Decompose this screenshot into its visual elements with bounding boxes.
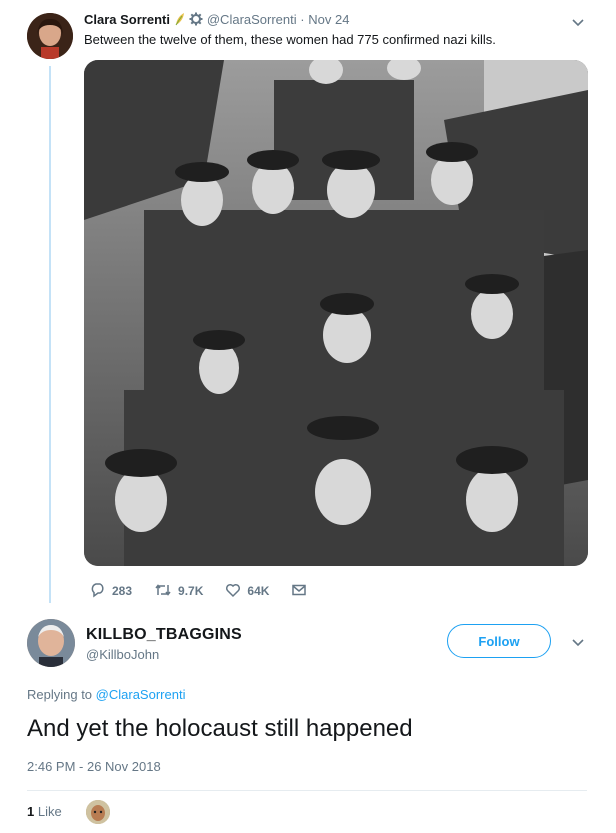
avatar[interactable] [27,619,75,667]
thread-line [49,66,51,603]
tweet-photo[interactable] [84,60,588,566]
retweet-icon [154,582,178,601]
chevron-down-icon[interactable] [569,13,587,31]
reply-author-handle[interactable]: @KillboJohn [86,646,159,664]
reply-button[interactable]: 283 [90,582,132,601]
like-summary[interactable]: 1 Like [27,803,62,821]
replying-to: Replying to @ClaraSorrenti [27,686,185,704]
retweet-button[interactable]: 9.7K [154,582,203,601]
replying-to-link[interactable]: @ClaraSorrenti [96,687,186,702]
heart-icon [225,582,247,601]
author-name[interactable]: Clara Sorrenti [84,12,170,27]
follow-button[interactable]: Follow [447,624,551,658]
author-handle[interactable]: @ClaraSorrenti [207,12,297,27]
direct-message-button[interactable] [291,582,313,601]
separator: · [300,12,305,27]
leaf-icon [174,12,186,31]
avatar[interactable] [27,13,73,59]
like-count: 64K [247,584,270,598]
reply-text: And yet the holocaust still happened [27,715,413,742]
reply-author-name[interactable]: KILLBO_TBAGGINS [86,625,242,645]
like-button[interactable]: 64K [225,582,269,601]
liker-avatar[interactable] [86,800,110,824]
tweet-actions: 283 9.7K 64K [90,580,335,602]
tweet-date[interactable]: Nov 24 [308,12,349,27]
retweet-count: 9.7K [178,584,204,598]
divider [27,790,587,791]
replying-prefix: Replying to [27,687,93,702]
gear-icon [189,12,203,31]
reply-timestamp[interactable]: 2:46 PM - 26 Nov 2018 [27,757,161,777]
tweet-header: Clara Sorrenti @ClaraSorrenti · Nov 24 [84,11,349,31]
chevron-down-icon[interactable] [569,633,587,651]
reply-like-label: Like [37,804,62,819]
envelope-icon [291,582,313,601]
reply-count: 283 [112,584,133,598]
reply-icon [90,582,112,601]
tweet-text: Between the twelve of them, these women … [84,32,496,47]
reply-like-count: 1 [27,804,35,819]
